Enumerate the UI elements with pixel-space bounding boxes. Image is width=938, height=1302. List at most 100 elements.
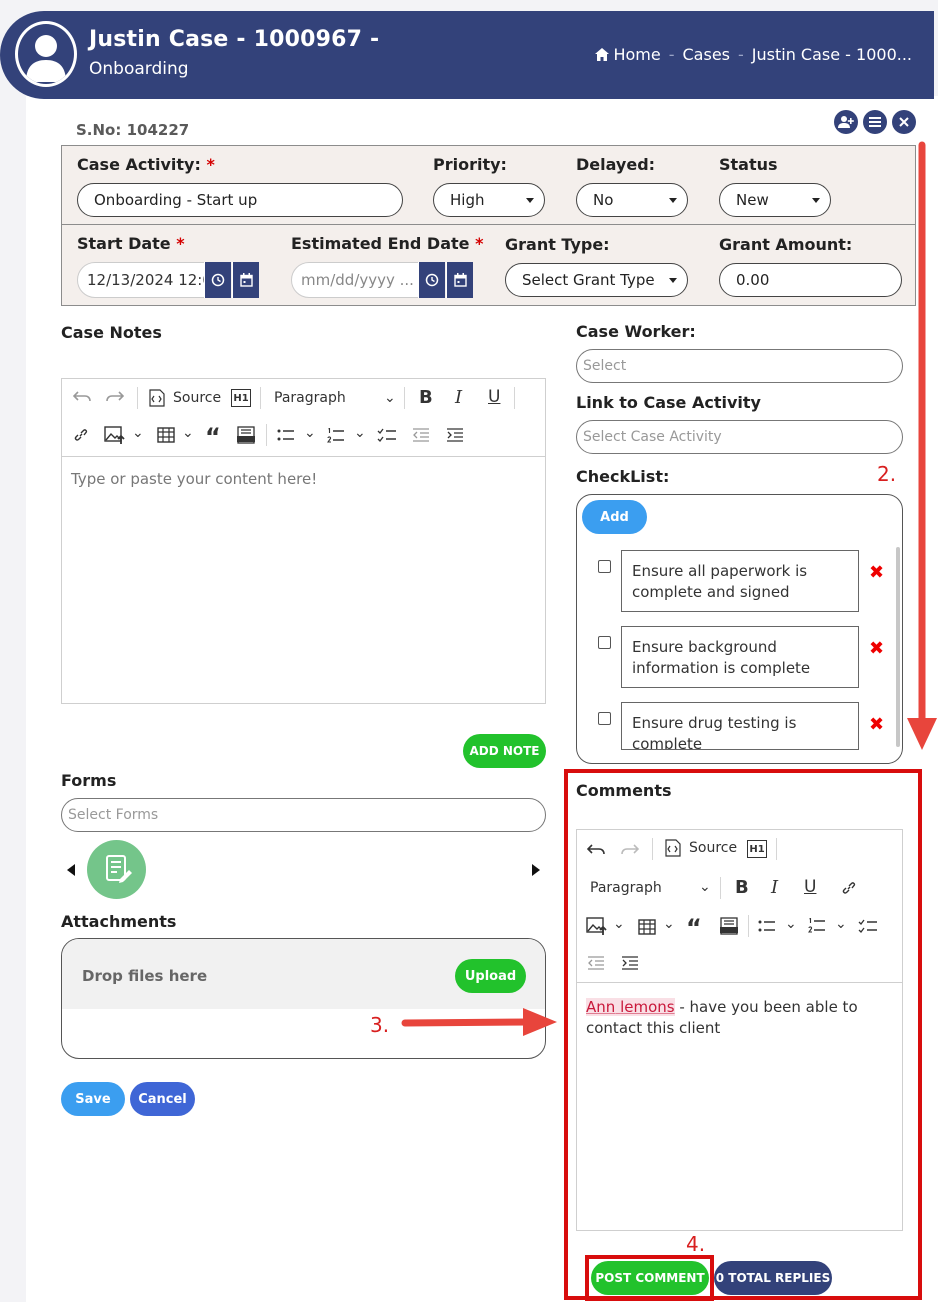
- end-date-calendar-button[interactable]: [446, 262, 473, 298]
- indent-button[interactable]: [446, 428, 464, 442]
- case-activity-input[interactable]: Onboarding - Start up: [77, 183, 403, 217]
- checklist-checkbox[interactable]: [598, 712, 611, 725]
- todo-list-icon: [377, 428, 396, 442]
- delete-icon[interactable]: ✖: [869, 638, 884, 659]
- start-date-label: Start Date *: [77, 234, 185, 253]
- toolbar-separator: [514, 387, 515, 409]
- checklist-checkbox[interactable]: [598, 560, 611, 573]
- html-embed-button[interactable]: H1: [231, 389, 251, 407]
- insert-image-button[interactable]: [104, 425, 126, 445]
- forms-label: Forms: [61, 771, 117, 790]
- calendar-icon: [239, 273, 253, 287]
- status-select[interactable]: New: [719, 183, 831, 217]
- redo-icon: [106, 391, 124, 402]
- case-notes-placeholder[interactable]: Type or paste your content here!: [71, 470, 317, 488]
- carousel-prev-icon[interactable]: [67, 864, 75, 876]
- link-case-activity-label: Link to Case Activity: [576, 393, 761, 412]
- case-worker-select[interactable]: Select: [576, 349, 903, 383]
- checklist-item-text[interactable]: Ensure drug testing is complete: [621, 702, 859, 750]
- annotation-comments-box: [564, 769, 922, 1300]
- annotation-step-2: 2.: [877, 462, 897, 486]
- annotation-arrow-right-icon: [401, 1008, 557, 1036]
- priority-select[interactable]: High: [433, 183, 545, 217]
- delayed-label: Delayed:: [576, 155, 656, 174]
- paragraph-dropdown[interactable]: Paragraph: [274, 390, 346, 406]
- numbered-list-button[interactable]: [327, 428, 345, 444]
- html-snippet-button[interactable]: [236, 426, 256, 444]
- add-user-icon: [838, 116, 854, 128]
- page: Justin Case - 1000967 - Onboarding Home …: [0, 0, 938, 1302]
- checklist-item-text[interactable]: Ensure all paperwork is complete and sig…: [621, 550, 859, 612]
- row-divider: [62, 224, 915, 225]
- checklist-checkbox[interactable]: [598, 636, 611, 649]
- link-icon: [74, 429, 88, 441]
- blockquote-button[interactable]: “: [205, 423, 221, 451]
- checklist-add-button[interactable]: Add: [582, 500, 647, 534]
- source-button[interactable]: Source: [147, 389, 221, 407]
- redo-button[interactable]: [106, 389, 124, 403]
- menu-button[interactable]: [863, 110, 887, 134]
- save-button[interactable]: Save: [61, 1082, 125, 1116]
- start-date-calendar-button[interactable]: [232, 262, 259, 298]
- image-upload-icon: [104, 426, 125, 444]
- case-notes-label: Case Notes: [61, 323, 162, 342]
- close-icon: [899, 117, 909, 127]
- link-button[interactable]: [73, 427, 89, 443]
- forms-select[interactable]: Select Forms: [61, 798, 546, 832]
- add-user-button[interactable]: [834, 110, 858, 134]
- case-worker-label: Case Worker:: [576, 322, 696, 341]
- carousel-next-icon[interactable]: [532, 864, 540, 876]
- bulleted-list-button[interactable]: [277, 428, 295, 442]
- chevron-down-icon[interactable]: ⌄: [384, 390, 396, 406]
- italic-button[interactable]: I: [455, 387, 462, 408]
- delete-icon[interactable]: ✖: [869, 562, 884, 583]
- grant-type-label: Grant Type:: [505, 235, 610, 254]
- bold-button[interactable]: B: [419, 387, 433, 408]
- underline-button[interactable]: U: [488, 387, 500, 407]
- status-label: Status: [719, 155, 778, 174]
- delayed-select[interactable]: No: [576, 183, 688, 217]
- indent-icon: [447, 428, 463, 442]
- form-document-icon[interactable]: [87, 840, 146, 899]
- chevron-down-icon[interactable]: ⌄: [182, 425, 194, 441]
- clock-icon: [425, 273, 439, 287]
- breadcrumb-cases[interactable]: Cases: [683, 45, 731, 64]
- cancel-button[interactable]: Cancel: [130, 1082, 195, 1116]
- checklist-item-text[interactable]: Ensure background information is complet…: [621, 626, 859, 688]
- checklist-panel: Add Ensure all paperwork is complete and…: [576, 494, 903, 764]
- chevron-down-icon[interactable]: ⌄: [304, 425, 316, 441]
- add-note-button[interactable]: ADD NOTE: [463, 734, 546, 768]
- drop-zone[interactable]: Drop files here Upload: [62, 939, 545, 1009]
- home-icon: [595, 48, 610, 61]
- annotation-step-4: 4.: [686, 1232, 706, 1256]
- chevron-down-icon[interactable]: ⌄: [132, 425, 144, 441]
- annotation-step-3: 3.: [370, 1013, 390, 1037]
- annotation-arrow-down-icon: [907, 141, 937, 750]
- page-subtitle: Onboarding: [89, 59, 189, 79]
- toolbar-separator: [404, 387, 405, 409]
- close-button[interactable]: [892, 110, 916, 134]
- link-case-activity-select[interactable]: Select Case Activity: [576, 420, 903, 454]
- grant-amount-input[interactable]: 0.00: [719, 263, 902, 297]
- menu-icon: [869, 117, 881, 127]
- grant-type-select[interactable]: Select Grant Type: [505, 263, 688, 297]
- case-notes-toolbar: Source H1 Paragraph ⌄ B I U ⌄ ⌄ “ ⌄ ⌄: [62, 379, 545, 457]
- clock-icon: [211, 273, 225, 287]
- end-time-button[interactable]: [418, 262, 445, 298]
- page-header: Justin Case - 1000967 - Onboarding Home …: [0, 11, 934, 99]
- start-time-button[interactable]: [204, 262, 231, 298]
- breadcrumb-home[interactable]: Home: [595, 45, 661, 64]
- start-date-input[interactable]: 12/13/2024 12:0...: [77, 262, 205, 298]
- delete-icon[interactable]: ✖: [869, 714, 884, 735]
- checklist-item: Ensure drug testing is complete ✖: [577, 702, 902, 763]
- attachments-label: Attachments: [61, 912, 177, 931]
- outdent-button[interactable]: [412, 428, 430, 442]
- upload-button[interactable]: Upload: [455, 959, 526, 993]
- estimated-end-date-input[interactable]: mm/dd/yyyy ...: [291, 262, 419, 298]
- insert-table-button[interactable]: [157, 427, 175, 443]
- chevron-down-icon[interactable]: ⌄: [354, 425, 366, 441]
- undo-button[interactable]: [73, 389, 91, 403]
- todo-list-button[interactable]: [377, 428, 397, 442]
- top-action-icons: [834, 110, 916, 134]
- breadcrumb-home-label: Home: [613, 45, 661, 64]
